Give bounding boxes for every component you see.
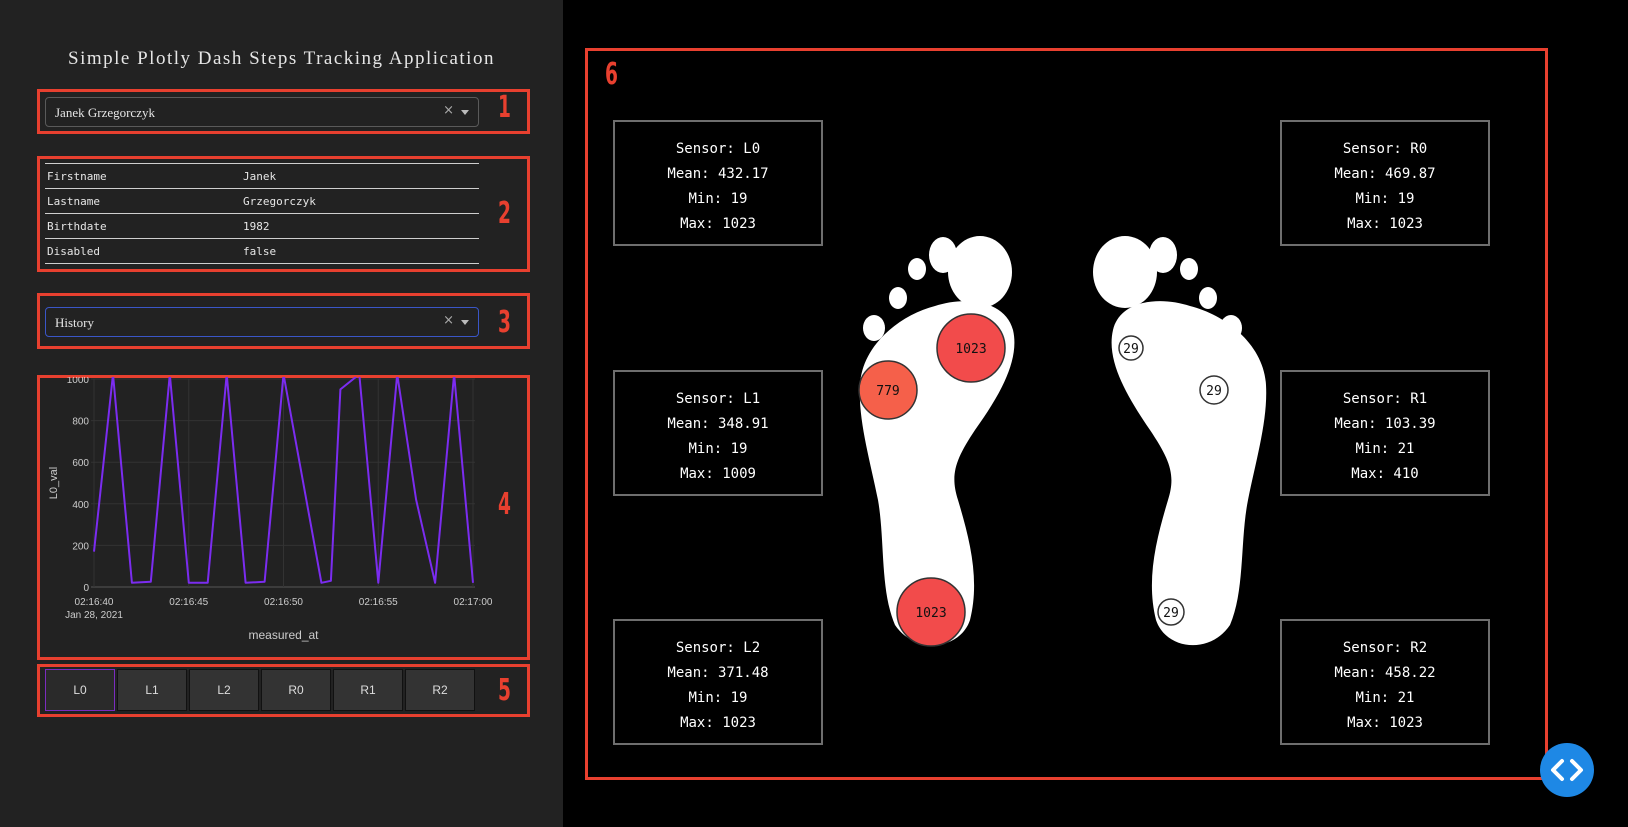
sensor-min: Min: 19 [1355,191,1415,207]
table-value: false [241,238,479,264]
table-row: Lastname Grzegorczyk [45,188,479,214]
y-tick-label: 400 [72,500,89,511]
y-tick-label: 0 [83,583,89,594]
sensor-tab-r2[interactable]: R2 [405,669,475,711]
sensor-mean: Mean: 103.39 [1334,416,1436,432]
sensor-card-r0: Sensor: R0 Mean: 469.87 Min: 19 Max: 102… [1280,120,1490,246]
x-tick-label: 02:16:55 [359,597,398,608]
sensor-tab-l2[interactable]: L2 [189,669,259,711]
sensor-mean: Mean: 458.22 [1334,665,1436,681]
sensor-mean: Mean: 371.48 [667,665,769,681]
table-value: 1982 [241,213,479,239]
section-1-badge: 1 [498,90,511,125]
sensor-tab-bar: L0 L1 L2 R0 R1 R2 [45,669,475,711]
sensor-min: Min: 19 [688,441,748,457]
x-tick-label: 02:16:45 [169,597,208,608]
sensor-min: Min: 19 [688,690,748,706]
sensor-min: Min: 21 [1355,441,1415,457]
sensor-max: Max: 1023 [1347,715,1423,731]
sensor-card-l1: Sensor: L1 Mean: 348.91 Min: 19 Max: 100… [613,370,823,496]
table-row: Birthdate 1982 [45,213,479,239]
sensor-tab-r0[interactable]: R0 [261,669,331,711]
sensor-name: Sensor: R0 [1342,141,1428,157]
table-key: Disabled [45,238,241,264]
sensor-max: Max: 410 [1351,466,1419,482]
clear-icon[interactable]: × [443,313,454,328]
section-6-badge: 6 [605,57,618,92]
x-tick-date-label: Jan 28, 2021 [65,610,123,621]
sensor-tab-l1[interactable]: L1 [117,669,187,711]
x-tick-label: 02:16:40 [75,597,114,608]
x-tick-label: 02:16:50 [264,597,303,608]
x-axis-label: measured_at [248,628,319,642]
y-tick-label: 600 [72,458,89,469]
person-info-table: Firstname Janek Lastname Grzegorczyk Birth… [45,163,479,264]
y-tick-label: 200 [72,541,89,552]
sensor-card-r1: Sensor: R1 Mean: 103.39 Min: 21 Max: 410 [1280,370,1490,496]
clear-icon[interactable]: × [443,103,454,118]
table-key: Lastname [45,188,241,214]
sensor-name: Sensor: L1 [675,391,761,407]
sensor-card-l0: Sensor: L0 Mean: 432.17 Min: 19 Max: 102… [613,120,823,246]
person-dropdown[interactable]: Janek Grzegorczyk × [45,97,479,127]
sensor-max: Max: 1023 [1347,216,1423,232]
table-value: Grzegorczyk [241,188,479,214]
sensor-mean: Mean: 432.17 [667,166,769,182]
sensor-name: Sensor: L0 [675,141,761,157]
y-axis-label: L0_val [48,467,60,499]
sensor-name: Sensor: R2 [1342,640,1428,656]
section-5-badge: 5 [498,673,511,708]
sensor-min: Min: 21 [1355,690,1415,706]
sensor-tab-l0[interactable]: L0 [45,669,115,711]
sensor-max: Max: 1023 [680,216,756,232]
chevron-down-icon[interactable] [461,110,469,115]
app-title: Simple Plotly Dash Steps Tracking Applic… [68,48,495,69]
table-row: Firstname Janek [45,163,479,189]
section-2-badge: 2 [498,196,511,231]
chevron-down-icon[interactable] [461,320,469,325]
sensor-name: Sensor: R1 [1342,391,1428,407]
table-value: Janek [241,163,479,189]
code-brackets-icon [1551,759,1583,781]
sensor-mean: Mean: 348.91 [667,416,769,432]
sensor-card-r2: Sensor: R2 Mean: 458.22 Min: 21 Max: 102… [1280,619,1490,745]
sensor-max: Max: 1009 [680,466,756,482]
sensor-min: Min: 19 [688,191,748,207]
table-row: Disabled false [45,238,479,264]
section-3-badge: 3 [498,305,511,340]
table-key: Birthdate [45,213,241,239]
y-tick-label: 1000 [67,377,90,386]
y-tick-label: 800 [72,417,89,428]
sensor-max: Max: 1023 [680,715,756,731]
sensor-tab-r1[interactable]: R1 [333,669,403,711]
mode-dropdown-value: History [55,315,94,330]
person-dropdown-value: Janek Grzegorczyk [55,105,155,120]
x-tick-label: 02:17:00 [454,597,493,608]
sensor-card-l2: Sensor: L2 Mean: 371.48 Min: 19 Max: 102… [613,619,823,745]
sensor-mean: Mean: 469.87 [1334,166,1436,182]
line-chart[interactable]: 0 200 400 600 800 1000 02:16:40 02:16:45 02:16:5… [39,377,528,658]
sensor-name: Sensor: L2 [675,640,761,656]
control-panel: Simple Plotly Dash Steps Tracking Applic… [0,0,563,827]
mode-dropdown[interactable]: History × [45,307,479,337]
table-key: Firstname [45,163,241,189]
code-toggle-button[interactable] [1540,743,1594,797]
